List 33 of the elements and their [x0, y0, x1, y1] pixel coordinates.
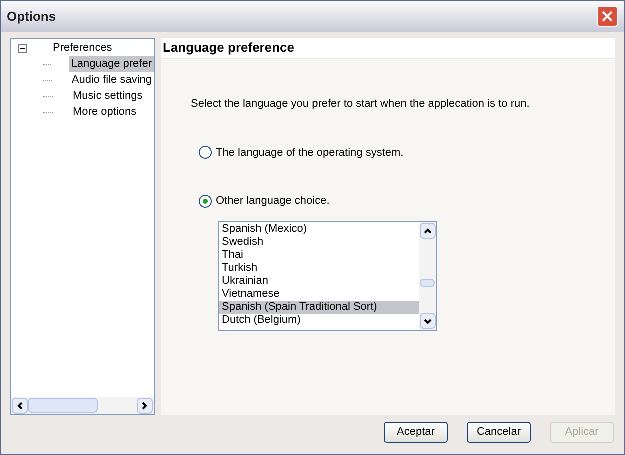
collapse-icon[interactable]	[18, 44, 27, 52]
list-item[interactable]: Dutch (Belgium)	[219, 314, 419, 326]
radio-button[interactable]	[199, 146, 212, 160]
vertical-scrollbar[interactable]	[419, 222, 436, 330]
close-icon	[602, 11, 613, 22]
scroll-left-button[interactable]	[12, 398, 28, 414]
tree-item[interactable]: Language prefer	[69, 56, 154, 72]
list-item[interactable]: Spanish (Spain Traditional Sort)	[219, 300, 419, 314]
scrollbar-thumb[interactable]	[28, 398, 98, 413]
dialog-button[interactable]: Cancelar	[467, 422, 531, 442]
dialog-button[interactable]: Aceptar	[384, 422, 448, 442]
scroll-right-button[interactable]	[137, 398, 153, 414]
list-item[interactable]: Swedish	[219, 236, 419, 248]
list-item[interactable]: Vietnamese	[219, 288, 419, 300]
list-item[interactable]: Turkish	[219, 262, 419, 274]
tree-item[interactable]: More options	[71, 104, 139, 120]
tree-item[interactable]: Music settings	[71, 88, 145, 104]
tree-item[interactable]: Audio file saving	[70, 72, 154, 88]
scroll-down-button[interactable]	[420, 312, 436, 328]
radio-label: The language of the operating system.	[216, 146, 404, 160]
horizontal-scrollbar[interactable]	[11, 397, 154, 414]
close-button[interactable]	[597, 6, 618, 27]
panel-header: Language preference	[161, 38, 615, 58]
scrollbar-thumb[interactable]	[420, 278, 435, 286]
window-title: Options	[7, 8, 56, 26]
scroll-up-button[interactable]	[420, 222, 436, 238]
list-item[interactable]: Spanish (Mexico)	[219, 222, 419, 236]
list-item[interactable]: Thai	[219, 248, 419, 262]
instruction-text: Select the language you prefer to start when the applecation is to run.	[191, 97, 531, 112]
radio-button[interactable]	[199, 194, 212, 208]
radio-label: Other language choice.	[216, 194, 330, 209]
tree-item[interactable]: Preferences	[52, 40, 114, 56]
list-item[interactable]: Ukrainian	[219, 274, 419, 288]
